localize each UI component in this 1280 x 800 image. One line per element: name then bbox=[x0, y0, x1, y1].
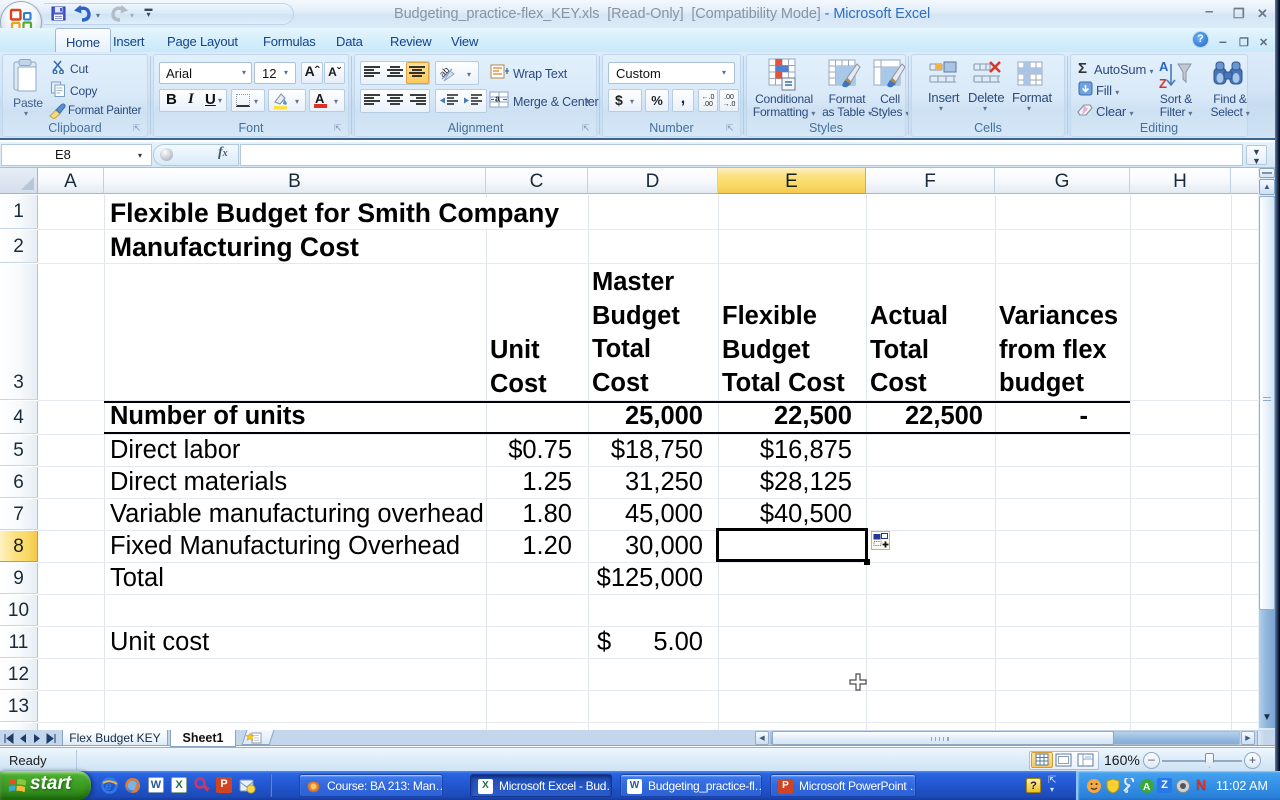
svg-text:A: A bbox=[1143, 782, 1150, 793]
svg-text:A: A bbox=[1159, 59, 1169, 74]
svg-text:e: e bbox=[105, 779, 112, 793]
svg-text:Z: Z bbox=[1159, 76, 1167, 91]
